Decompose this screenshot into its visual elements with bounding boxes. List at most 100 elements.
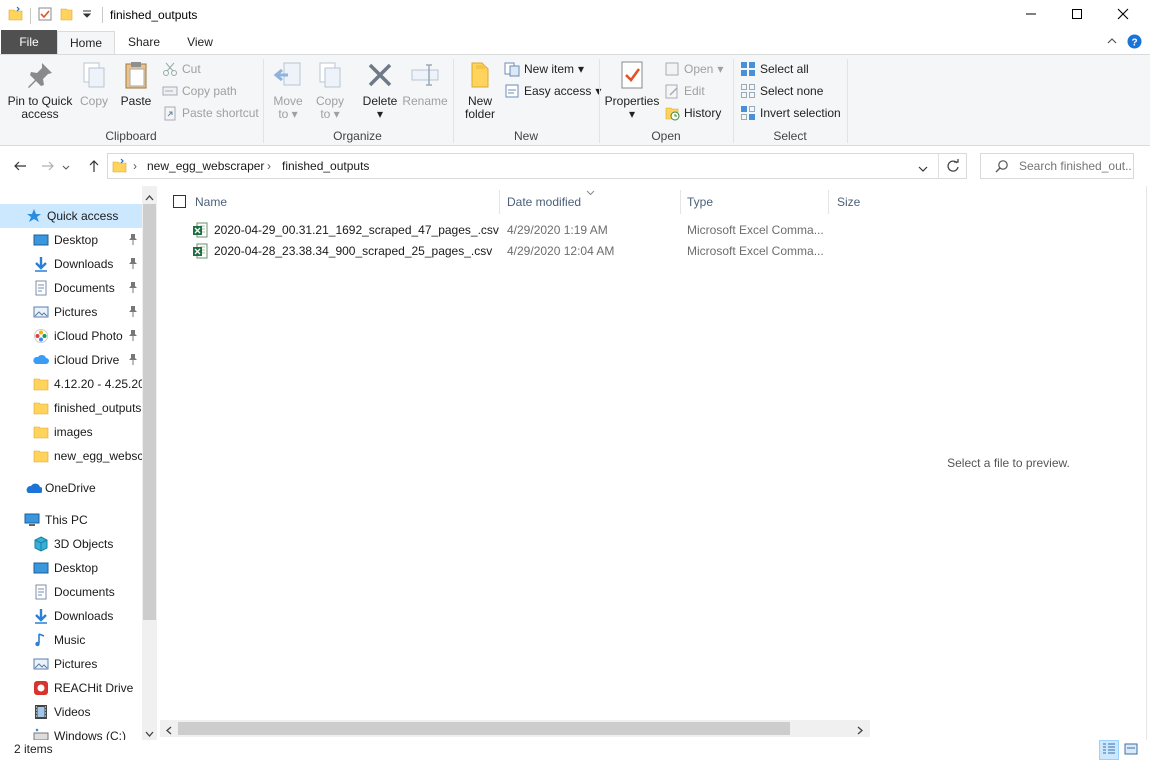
new-folder-button[interactable]: New folder: [460, 59, 500, 121]
address-bar[interactable]: › new_egg_webscraper › finished_outputs: [107, 153, 967, 179]
invert-selection-button[interactable]: Invert selection: [740, 103, 841, 123]
back-button[interactable]: [10, 157, 30, 177]
search-input[interactable]: [1019, 157, 1131, 175]
rename-label: Rename: [402, 94, 448, 108]
paste-shortcut-button[interactable]: Paste shortcut: [162, 103, 259, 123]
nav-quick-item[interactable]: Documents: [0, 276, 142, 300]
nav-quick-item[interactable]: finished_outputs: [0, 396, 142, 420]
paste-label: Paste: [120, 94, 152, 108]
new-folder-qat-icon[interactable]: [59, 6, 75, 25]
nav-quick-item[interactable]: Pictures: [0, 300, 142, 324]
search-box[interactable]: [980, 153, 1134, 179]
forward-button[interactable]: [38, 157, 58, 177]
pin-icon: [128, 353, 138, 365]
breadcrumb-separator-icon[interactable]: ›: [267, 159, 271, 173]
history-label: History: [684, 106, 722, 120]
file-row[interactable]: 2020-04-28_23.38.34_900_scraped_25_pages…: [188, 241, 838, 262]
downloads-icon: [33, 608, 49, 624]
scroll-left-icon[interactable]: [166, 724, 172, 738]
nav-pc-item[interactable]: Downloads: [0, 604, 142, 628]
column-separator[interactable]: [680, 190, 681, 214]
edit-button[interactable]: Edit: [664, 81, 705, 101]
tab-view[interactable]: View: [175, 31, 225, 54]
copy-path-button[interactable]: Copy path: [162, 81, 237, 101]
cut-button[interactable]: Cut: [162, 59, 201, 79]
breadcrumb-item[interactable]: new_egg_webscraper: [147, 159, 264, 173]
scroll-right-icon[interactable]: [857, 724, 863, 738]
properties-button[interactable]: Properties ▾: [604, 59, 660, 121]
breadcrumb-item[interactable]: finished_outputs: [282, 159, 369, 173]
column-size[interactable]: Size: [837, 188, 867, 216]
rename-button[interactable]: Rename: [402, 59, 448, 108]
help-icon[interactable]: ?: [1127, 34, 1142, 52]
horizontal-scrollbar[interactable]: [160, 720, 870, 737]
column-separator[interactable]: [828, 190, 829, 214]
close-button[interactable]: [1100, 0, 1146, 30]
select-all-button[interactable]: Select all: [740, 59, 809, 79]
recent-locations-button[interactable]: [60, 157, 72, 177]
nav-pc-item[interactable]: Documents: [0, 580, 142, 604]
minimize-button[interactable]: [1008, 0, 1054, 30]
nav-onedrive[interactable]: OneDrive: [0, 476, 142, 500]
pin-to-quick-access-button[interactable]: Pin to Quick access: [6, 59, 74, 121]
nav-quick-item[interactable]: new_egg_websc: [0, 444, 142, 468]
ribbon-tabs: File Home Share View ?: [0, 30, 1150, 55]
nav-this-pc[interactable]: This PC: [0, 508, 142, 532]
nav-quick-item[interactable]: iCloud Photo: [0, 324, 142, 348]
nav-pc-item[interactable]: Pictures: [0, 652, 142, 676]
tab-home[interactable]: Home: [57, 31, 115, 55]
pictures-icon: [33, 304, 49, 320]
close-icon: [1117, 8, 1129, 23]
nav-quick-item[interactable]: Desktop: [0, 228, 142, 252]
easy-access-icon: [504, 83, 520, 99]
nav-quick-item[interactable]: iCloud Drive: [0, 348, 142, 372]
refresh-icon[interactable]: [946, 159, 960, 176]
tab-share[interactable]: Share: [118, 31, 170, 54]
navigation-scrollbar[interactable]: [142, 186, 157, 740]
nav-quick-item[interactable]: images: [0, 420, 142, 444]
nav-pc-item[interactable]: Videos: [0, 700, 142, 724]
nav-quick-item[interactable]: Downloads: [0, 252, 142, 276]
breadcrumb-separator-icon[interactable]: ›: [133, 159, 137, 173]
nav-item-label: finished_outputs: [54, 401, 142, 415]
open-button[interactable]: Open ▾: [664, 59, 723, 79]
address-dropdown-icon[interactable]: [918, 162, 928, 176]
preview-pane: Select a file to preview.: [872, 186, 1145, 740]
collapse-ribbon-icon[interactable]: [1106, 35, 1118, 50]
column-name[interactable]: Name: [195, 188, 495, 216]
new-item-button[interactable]: New item ▾: [504, 59, 584, 79]
select-none-button[interactable]: Select none: [740, 81, 823, 101]
easy-access-button[interactable]: Easy access ▾: [504, 81, 601, 101]
nav-pc-item[interactable]: Desktop: [0, 556, 142, 580]
scroll-up-icon[interactable]: [145, 190, 154, 204]
nav-pc-item[interactable]: 3D Objects: [0, 532, 142, 556]
nav-quick-access[interactable]: Quick access: [0, 204, 142, 228]
details-view-button[interactable]: [1099, 740, 1119, 760]
column-type[interactable]: Type: [687, 188, 827, 216]
maximize-button[interactable]: [1054, 0, 1100, 30]
nav-pc-item[interactable]: REACHit Drive: [0, 676, 142, 700]
navigation-row: › new_egg_webscraper › finished_outputs: [0, 147, 1150, 185]
nav-pc-item[interactable]: Windows (C:): [0, 724, 142, 740]
up-button[interactable]: [84, 157, 104, 177]
move-to-button[interactable]: Move to ▾: [270, 59, 306, 121]
nav-pc-item[interactable]: Music: [0, 628, 142, 652]
scroll-down-icon[interactable]: [145, 726, 154, 740]
paste-button[interactable]: Paste: [116, 59, 156, 108]
copy-to-button[interactable]: Copy to ▾: [312, 59, 348, 121]
scrollbar-thumb[interactable]: [178, 722, 790, 735]
column-separator[interactable]: [499, 190, 500, 214]
select-all-checkbox[interactable]: [173, 195, 186, 208]
tab-file[interactable]: File: [1, 30, 57, 54]
delete-button[interactable]: Delete ▾: [360, 59, 400, 121]
folder-location-icon: [112, 158, 128, 177]
scrollbar-thumb[interactable]: [143, 204, 156, 620]
file-row[interactable]: 2020-04-29_00.31.21_1692_scraped_47_page…: [188, 220, 838, 241]
copy-button[interactable]: Copy: [76, 59, 112, 108]
excel-csv-file-icon: [192, 243, 208, 262]
nav-quick-item[interactable]: 4.12.20 - 4.25.20: [0, 372, 142, 396]
properties-qat-icon[interactable]: [37, 6, 53, 25]
history-button[interactable]: History: [664, 103, 721, 123]
large-icons-view-button[interactable]: [1121, 740, 1141, 760]
customize-qat-icon[interactable]: [81, 6, 93, 25]
